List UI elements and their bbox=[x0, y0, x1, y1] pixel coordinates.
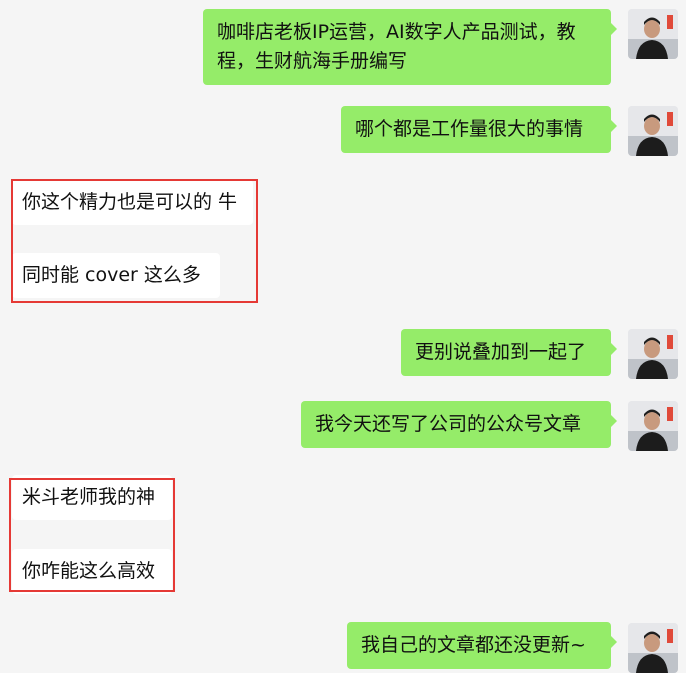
avatar-image bbox=[628, 106, 678, 156]
user-avatar-icon[interactable] bbox=[628, 106, 678, 156]
message-text: 咖啡店老板IP运营，AI数字人产品测试，教程，生财航海手册编写 bbox=[217, 21, 576, 72]
message-bubble-outgoing[interactable]: 咖啡店老板IP运营，AI数字人产品测试，教程，生财航海手册编写 bbox=[203, 9, 617, 85]
message-text: 我自己的文章都还没更新~ bbox=[361, 634, 586, 656]
user-avatar-icon[interactable] bbox=[628, 9, 678, 59]
avatar-image bbox=[628, 623, 678, 673]
highlight-box bbox=[9, 478, 175, 592]
message-bubble-outgoing[interactable]: 更别说叠加到一起了 bbox=[401, 329, 617, 376]
message-text: 我今天还写了公司的公众号文章 bbox=[315, 413, 582, 435]
avatar-image bbox=[628, 9, 678, 59]
message-bubble-outgoing[interactable]: 哪个都是工作量很大的事情 bbox=[341, 106, 617, 153]
message-text: 更别说叠加到一起了 bbox=[415, 341, 587, 363]
user-avatar-icon[interactable] bbox=[628, 401, 678, 451]
message-bubble-outgoing[interactable]: 我自己的文章都还没更新~ bbox=[347, 622, 617, 669]
user-avatar-icon[interactable] bbox=[628, 329, 678, 379]
chat-window: 咖啡店老板IP运营，AI数字人产品测试，教程，生财航海手册编写 哪个都是工作量很… bbox=[0, 0, 686, 673]
message-text: 哪个都是工作量很大的事情 bbox=[355, 118, 584, 140]
message-bubble-outgoing[interactable]: 我今天还写了公司的公众号文章 bbox=[301, 401, 617, 448]
avatar-image bbox=[628, 329, 678, 379]
highlight-box bbox=[11, 179, 258, 303]
avatar-image bbox=[628, 401, 678, 451]
user-avatar-icon[interactable] bbox=[628, 623, 678, 673]
